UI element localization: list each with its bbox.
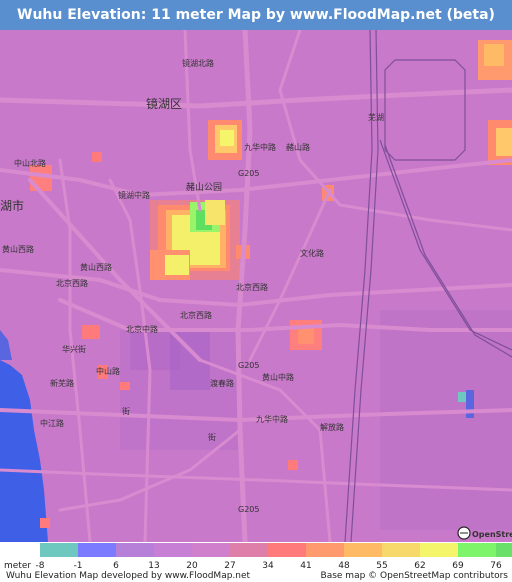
legend-tick: -8 — [35, 561, 45, 571]
legend-swatch — [420, 543, 458, 557]
road-label-beijing-e: 北京西路 — [236, 282, 268, 292]
road-label-beijing-mid: 北京中路 — [126, 324, 158, 334]
legend-tick: 20 — [186, 561, 198, 571]
park-label: 赭山公园 — [186, 181, 222, 193]
legend-swatch — [192, 543, 230, 557]
road-label-zhongshan-n: 中山北路 — [14, 158, 46, 168]
road-label-xinwu: 新芜路 — [50, 378, 74, 388]
elevation-map[interactable]: 镜湖区 湖市 赭山公园 G205 G205 G205 中山北路 镜湖中路 镜湖北… — [0, 30, 512, 542]
legend-tick: 76 — [490, 561, 502, 571]
city-label: 湖市 — [0, 198, 24, 213]
legend-swatches — [40, 543, 512, 557]
road-label-yuchun: 渡春路 — [210, 378, 234, 388]
legend-swatch — [116, 543, 154, 557]
map-title: Wuhu Elevation: 11 meter Map by www.Floo… — [17, 7, 495, 23]
road-label-jie: 街 — [122, 406, 130, 416]
osm-logo-text: OpenStreetMap — [472, 530, 512, 539]
road-label-jiuhua-mid: 九华中路 — [244, 142, 276, 152]
g205-label-2: G205 — [238, 361, 259, 370]
legend-swatch — [496, 543, 512, 557]
map-canvas: 镜湖区 湖市 赭山公园 G205 G205 G205 中山北路 镜湖中路 镜湖北… — [0, 30, 512, 542]
road-label-huaxing: 华兴街 — [62, 344, 86, 354]
road-label-jie2: 街 — [208, 432, 216, 442]
legend-tick: 48 — [338, 561, 350, 571]
legend-unit: meter — [4, 561, 32, 571]
legend-swatch — [230, 543, 268, 557]
road-label-wenhua: 文化路 — [300, 248, 324, 258]
g205-label-3: G205 — [238, 505, 259, 514]
road-label-zheshan-s: 赭山路 — [286, 142, 310, 152]
road-label-jinghu-mid: 镜湖中路 — [118, 190, 150, 200]
g205-label-1: G205 — [238, 169, 259, 178]
legend-swatch — [154, 543, 192, 557]
district-label: 镜湖区 — [146, 96, 182, 111]
title-bar: Wuhu Elevation: 11 meter Map by www.Floo… — [0, 0, 512, 30]
road-label-jiuhua-mid2: 九华中路 — [256, 414, 288, 424]
legend-swatch — [268, 543, 306, 557]
road-label-huangshan-w: 黄山西路 — [2, 244, 34, 254]
footer-basemap: Base map © OpenStreetMap contributors — [320, 571, 508, 581]
road-label-zhongjiang: 中江路 — [40, 418, 64, 428]
legend-tick: -1 — [73, 561, 83, 571]
legend-tick: 41 — [300, 561, 312, 571]
elevation-legend — [0, 543, 512, 561]
footer: Wuhu Elevation Map developed by www.Floo… — [0, 571, 512, 582]
legend-tick: 69 — [452, 561, 464, 571]
road-label-zhongshan: 中山路 — [96, 366, 120, 376]
footer-credit: Wuhu Elevation Map developed by www.Floo… — [6, 571, 251, 581]
station-label: 芜湖 — [368, 112, 384, 122]
legend-swatch — [40, 543, 78, 557]
road-label-jiefang: 解放路 — [320, 422, 344, 432]
legend-tick: 62 — [414, 561, 426, 571]
legend-tick: 55 — [376, 561, 388, 571]
legend-tick: 27 — [224, 561, 236, 571]
road-label-beijing-w: 北京西路 — [56, 278, 88, 288]
legend-swatch — [382, 543, 420, 557]
legend-tick: 34 — [262, 561, 274, 571]
legend-tick: 6 — [113, 561, 119, 571]
legend-tick: 13 — [148, 561, 160, 571]
road-label-huangshan-w2: 黄山西路 — [80, 262, 112, 272]
legend-swatch — [344, 543, 382, 557]
legend-swatch — [306, 543, 344, 557]
legend-swatch — [458, 543, 496, 557]
legend-swatch — [78, 543, 116, 557]
road-label-jinghu-n: 镜湖北路 — [182, 58, 214, 68]
road-label-huangshan-mid: 黄山中路 — [262, 372, 294, 382]
road-label-beijing-w2: 北京西路 — [180, 310, 212, 320]
